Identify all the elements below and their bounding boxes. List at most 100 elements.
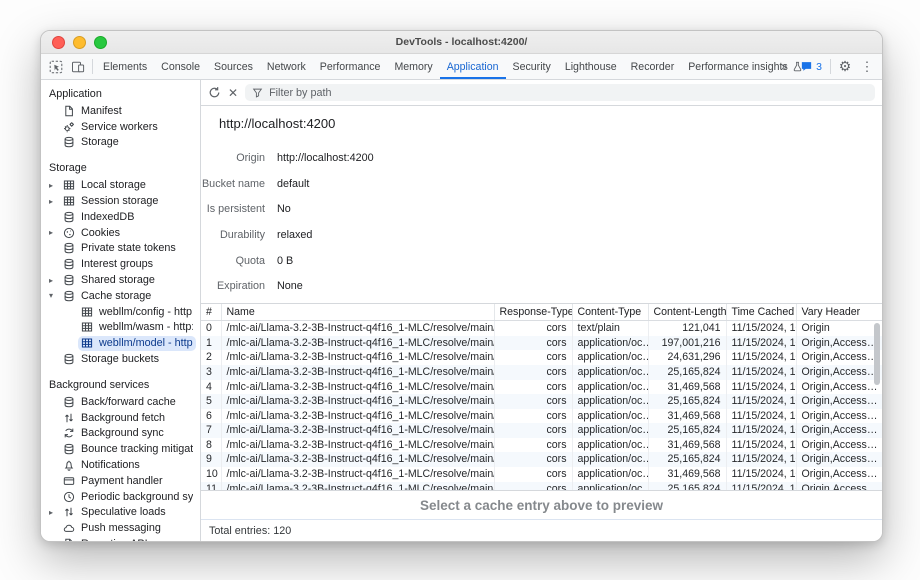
zoom-window-button[interactable] [94,36,107,49]
sidebar-item-storage[interactable]: Storage [41,135,200,151]
device-toolbar-icon [71,60,85,74]
section-title-storage: Storage [41,159,200,177]
sidebar-item-reporting-api[interactable]: Reporting API [41,536,200,541]
sidebar-item-local-storage[interactable]: ▸Local storage [41,177,200,193]
column-header-response-type[interactable]: Response-Type [494,304,572,321]
section-title-background-services: Background services [41,376,200,394]
sidebar-item-label: Session storage [81,195,158,207]
tab-memory[interactable]: Memory [387,54,439,79]
meta-row-expiration: ExpirationNone [201,273,882,299]
cache-entry-row[interactable]: 1/mlc-ai/Llama-3.2-3B-Instruct-q4f16_1-M… [201,336,882,351]
sidebar-item-indexeddb[interactable]: IndexedDB [41,209,200,225]
column-header-name[interactable]: Name [221,304,494,321]
inspect-element-button[interactable] [45,56,67,78]
cache-entry-row[interactable]: 6/mlc-ai/Llama-3.2-3B-Instruct-q4f16_1-M… [201,409,882,424]
column-header-time-cached[interactable]: Time Cached [726,304,796,321]
settings-button[interactable]: ⚙ [834,56,856,78]
cache-entry-row[interactable]: 5/mlc-ai/Llama-3.2-3B-Instruct-q4f16_1-M… [201,394,882,409]
tab-network[interactable]: Network [260,54,313,79]
filter-input[interactable]: Filter by path [245,84,875,101]
sidebar-item-speculative-loads[interactable]: ▸Speculative loads [41,505,200,521]
sidebar-item-manifest[interactable]: Manifest [41,103,200,119]
sidebar-item-periodic-background-sync[interactable]: Periodic background sync [41,489,200,505]
cell-name: /mlc-ai/Llama-3.2-3B-Instruct-q4f16_1-ML… [221,336,494,351]
cell-time-cached: 11/15/2024, 10… [726,365,796,380]
sidebar-item-label: Background fetch [81,412,165,424]
sidebar-item-push-messaging[interactable]: Push messaging [41,520,200,536]
meta-row-origin: Originhttp://localhost:4200 [201,145,882,171]
file-icon [63,105,75,117]
sidebar-item-back-forward-cache[interactable]: Back/forward cache [41,394,200,410]
refresh-icon [208,86,221,99]
cache-entry-row[interactable]: 8/mlc-ai/Llama-3.2-3B-Instruct-q4f16_1-M… [201,438,882,453]
cache-entry-row[interactable]: 9/mlc-ai/Llama-3.2-3B-Instruct-q4f16_1-M… [201,452,882,467]
column-header-content-length[interactable]: Content-Length [648,304,726,321]
sidebar-item-webllm-wasm-http-loca[interactable]: webllm/wasm - http://loca… [41,320,200,336]
expand-closed-icon[interactable]: ▸ [49,181,60,190]
meta-label: Is persistent [201,203,265,215]
sidebar-item-notifications[interactable]: Notifications [41,457,200,473]
sidebar-item-shared-storage[interactable]: ▸Shared storage [41,272,200,288]
inspect-cursor-icon [49,60,63,74]
sidebar-item-storage-buckets[interactable]: Storage buckets [41,351,200,367]
expand-open-icon[interactable]: ▾ [49,291,60,300]
cell-name: /mlc-ai/Llama-3.2-3B-Instruct-q4f16_1-ML… [221,380,494,395]
main-menu-button[interactable]: ⋮ [856,56,878,78]
expand-closed-icon[interactable]: ▸ [49,508,60,517]
cell-content-length: 31,469,568 [648,438,726,453]
cache-entry-row[interactable]: 0/mlc-ai/Llama-3.2-3B-Instruct-q4f16_1-M… [201,321,882,336]
column-header-[interactable]: # [201,304,221,321]
grid-icon [81,321,93,333]
cache-entry-row[interactable]: 10/mlc-ai/Llama-3.2-3B-Instruct-q4f16_1-… [201,467,882,482]
sidebar-item-background-fetch[interactable]: Background fetch [41,410,200,426]
device-toolbar-button[interactable] [67,56,89,78]
tab-lighthouse[interactable]: Lighthouse [558,54,624,79]
cache-entry-row[interactable]: 4/mlc-ai/Llama-3.2-3B-Instruct-q4f16_1-M… [201,380,882,395]
sidebar-item-cookies[interactable]: ▸Cookies [41,225,200,241]
sidebar-item-interest-groups[interactable]: Interest groups [41,256,200,272]
table-scrollbar-thumb[interactable] [874,323,880,385]
cell-: 6 [201,409,221,424]
updown-icon [63,506,75,518]
more-tabs-button[interactable]: » [773,56,795,78]
sidebar-item-private-state-tokens[interactable]: Private state tokens [41,241,200,257]
expand-closed-icon[interactable]: ▸ [49,197,60,206]
column-header-vary-header[interactable]: Vary Header [796,304,882,321]
minimize-window-button[interactable] [73,36,86,49]
cell-content-length: 31,469,568 [648,380,726,395]
toolbar-separator [830,59,831,74]
tab-sources[interactable]: Sources [207,54,260,79]
cookie-icon [63,227,75,239]
expand-closed-icon[interactable]: ▸ [49,276,60,285]
issues-counter-button[interactable]: 3 [795,60,827,73]
meta-label: Quota [201,255,265,267]
delete-selected-button[interactable]: ✕ [228,86,238,100]
cache-entry-row[interactable]: 2/mlc-ai/Llama-3.2-3B-Instruct-q4f16_1-M… [201,350,882,365]
database-icon [63,242,75,254]
sidebar-item-webllm-config-http-loc[interactable]: webllm/config - http://loc… [41,304,200,320]
tab-application[interactable]: Application [440,54,506,79]
sidebar-item-bounce-tracking-mitigations[interactable]: Bounce tracking mitigations [41,441,200,457]
cell-vary-header: Origin,Access… [796,336,882,351]
cache-entry-row[interactable]: 3/mlc-ai/Llama-3.2-3B-Instruct-q4f16_1-M… [201,365,882,380]
cache-entry-row[interactable]: 11/mlc-ai/Llama-3.2-3B-Instruct-q4f16_1-… [201,482,882,491]
tab-label: Network [267,61,306,73]
refresh-button[interactable] [208,86,221,99]
close-window-button[interactable] [52,36,65,49]
sidebar-item-session-storage[interactable]: ▸ Session storage [41,193,200,209]
sidebar-item-cache-storage[interactable]: ▾Cache storage [41,288,200,304]
tab-elements[interactable]: Elements [96,54,154,79]
sidebar-item-background-sync[interactable]: Background sync [41,426,200,442]
tab-label: Performance [320,61,381,73]
tab-security[interactable]: Security [506,54,558,79]
column-header-content-type[interactable]: Content-Type [572,304,648,321]
cache-entry-row[interactable]: 7/mlc-ai/Llama-3.2-3B-Instruct-q4f16_1-M… [201,423,882,438]
sidebar-item-payment-handler[interactable]: Payment handler [41,473,200,489]
database-icon [63,136,75,148]
sidebar-item-service-workers[interactable]: Service workers [41,119,200,135]
tab-recorder[interactable]: Recorder [624,54,682,79]
sidebar-item-webllm-model-http-loc[interactable]: webllm/model - http://loc… [41,335,200,351]
tab-console[interactable]: Console [154,54,207,79]
tab-performance[interactable]: Performance [313,54,388,79]
expand-closed-icon[interactable]: ▸ [49,228,60,237]
